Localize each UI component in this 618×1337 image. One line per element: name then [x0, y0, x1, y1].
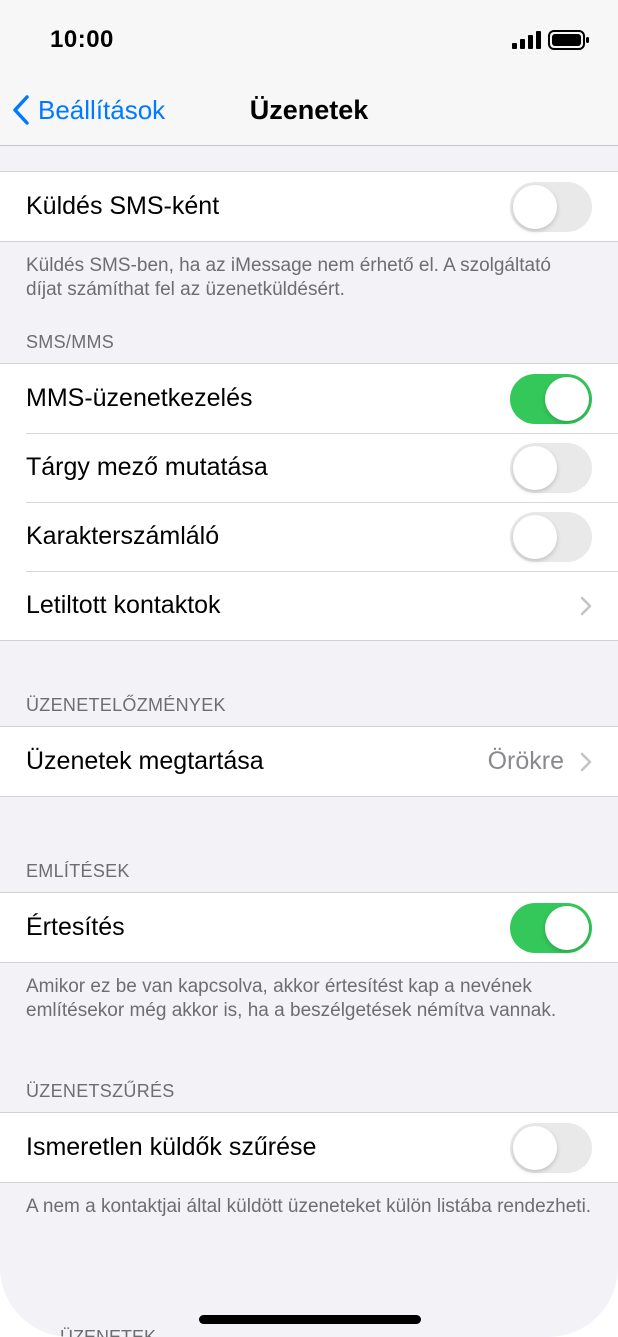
- toggle-knob: [545, 376, 589, 421]
- next-section-header-peek: ÜZENETEK: [60, 1327, 157, 1337]
- mentions-group: Értesítés: [0, 892, 618, 963]
- toggle-knob: [513, 514, 557, 559]
- send-as-sms-footer: Küldés SMS-ben, ha az iMessage nem érhet…: [26, 255, 551, 300]
- settings-screen: 10:00 Beállítások Üzenetek Küldés SMS-ké…: [0, 0, 618, 1337]
- send-as-sms-toggle[interactable]: [510, 181, 592, 232]
- mms-messaging-label: MMS-üzenetkezelés: [26, 384, 253, 412]
- sms-mms-header: SMS/MMS: [26, 332, 115, 352]
- toggle-knob: [513, 445, 557, 490]
- status-bar: 10:00: [0, 0, 618, 75]
- settings-content: Küldés SMS-ként Küldés SMS-ben, ha az iM…: [0, 146, 618, 1219]
- notify-row: Értesítés: [0, 893, 618, 962]
- chevron-right-icon: [580, 752, 592, 771]
- battery-icon: [548, 30, 589, 50]
- toggle-knob: [513, 184, 557, 229]
- character-count-toggle[interactable]: [510, 511, 592, 562]
- show-subject-field-row: Tárgy mező mutatása: [0, 433, 618, 502]
- toggle-knob: [513, 1125, 557, 1170]
- toggle-knob: [545, 905, 589, 950]
- show-subject-field-label: Tárgy mező mutatása: [26, 453, 268, 481]
- cellular-signal-icon: [512, 31, 541, 49]
- notify-label: Értesítés: [26, 913, 125, 941]
- blocked-contacts-label: Letiltott kontaktok: [26, 591, 221, 619]
- character-count-label: Karakterszámláló: [26, 522, 220, 550]
- message-filtering-footer: A nem a kontaktjai által küldött üzenete…: [26, 1196, 592, 1217]
- blocked-contacts-row[interactable]: Letiltott kontaktok: [0, 571, 618, 640]
- status-time: 10:00: [50, 26, 114, 53]
- show-subject-field-toggle[interactable]: [510, 442, 592, 493]
- send-as-sms-row: Küldés SMS-ként: [0, 172, 618, 241]
- mms-messaging-row: MMS-üzenetkezelés: [0, 364, 618, 433]
- notch: [146, 0, 472, 48]
- mms-messaging-toggle[interactable]: [510, 373, 592, 424]
- mentions-footer: Amikor ez be van kapcsolva, akkor értesí…: [26, 976, 557, 1021]
- filter-unknown-senders-row: Ismeretlen küldők szűrése: [0, 1113, 618, 1182]
- sms-mms-group: MMS-üzenetkezelés Tárgy mező mutatása Ka…: [0, 363, 618, 641]
- mentions-header: EMLÍTÉSEK: [26, 861, 130, 881]
- keep-messages-label: Üzenetek megtartása: [26, 747, 264, 775]
- character-count-row: Karakterszámláló: [0, 502, 618, 571]
- navigation-bar: Beállítások Üzenetek: [0, 75, 618, 146]
- filter-unknown-senders-label: Ismeretlen küldők szűrése: [26, 1133, 317, 1161]
- keep-messages-row[interactable]: Üzenetek megtartása Örökre: [0, 727, 618, 796]
- chevron-right-icon: [580, 596, 592, 615]
- message-history-group: Üzenetek megtartása Örökre: [0, 726, 618, 797]
- message-filtering-header: ÜZENETSZŰRÉS: [26, 1081, 175, 1101]
- page-title: Üzenetek: [249, 95, 369, 125]
- notify-toggle[interactable]: [510, 902, 592, 953]
- message-history-header: ÜZENETELŐZMÉNYEK: [26, 695, 226, 715]
- home-indicator[interactable]: [199, 1315, 421, 1324]
- filter-unknown-senders-toggle[interactable]: [510, 1122, 592, 1173]
- message-filtering-group: Ismeretlen küldők szűrése: [0, 1112, 618, 1183]
- send-as-sms-label: Küldés SMS-ként: [26, 192, 220, 220]
- keep-messages-value: Örökre: [487, 747, 564, 775]
- send-as-sms-group: Küldés SMS-ként: [0, 171, 618, 242]
